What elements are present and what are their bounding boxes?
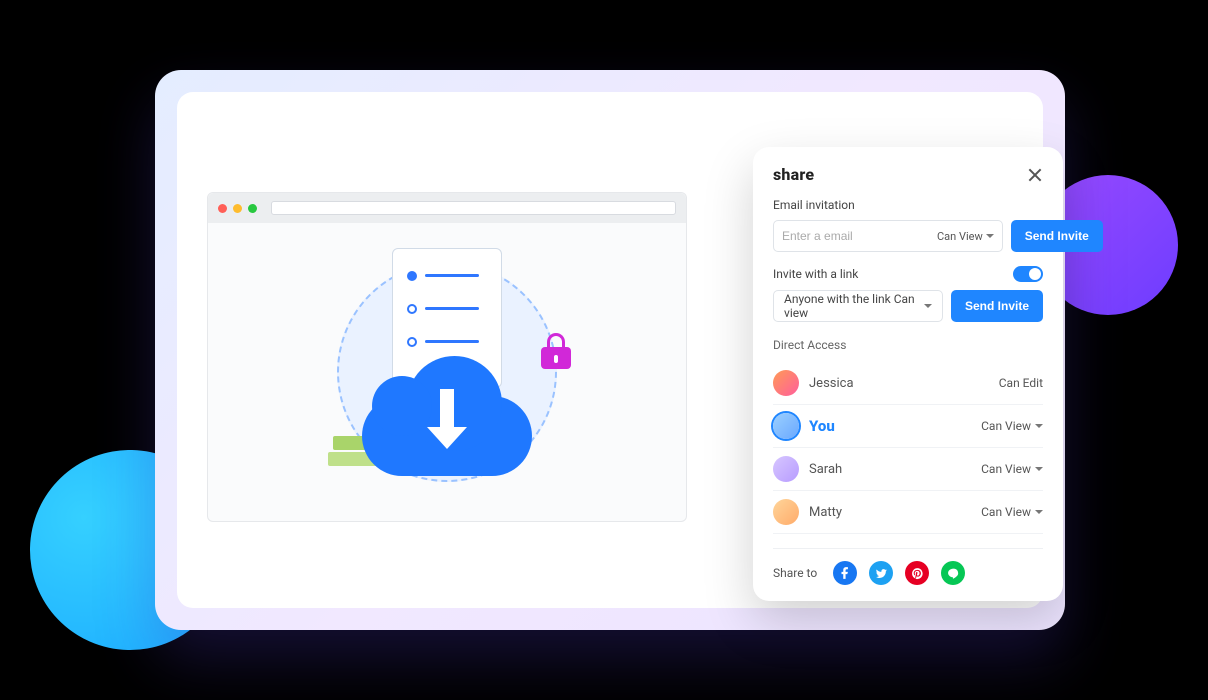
person-permission: Can Edit xyxy=(999,376,1043,390)
person-name: Sarah xyxy=(809,462,842,477)
app-stage: share Email invitation Can View Send Inv… xyxy=(155,70,1065,630)
person-permission-dropdown[interactable]: Can View xyxy=(981,462,1043,476)
invite-link-toggle[interactable] xyxy=(1013,266,1043,282)
person-name: You xyxy=(809,417,835,435)
invite-link-label: Invite with a link xyxy=(773,267,858,281)
link-permission-value: Anyone with the link Can view xyxy=(784,292,924,320)
close-icon[interactable] xyxy=(1027,167,1043,183)
email-input[interactable] xyxy=(782,229,937,243)
avatar xyxy=(773,370,799,396)
chevron-down-icon xyxy=(1035,467,1043,471)
person-permission-dropdown[interactable]: Can View xyxy=(981,505,1043,519)
person-name: Jessica xyxy=(809,376,854,391)
send-invite-link-button[interactable]: Send Invite xyxy=(951,290,1043,322)
cloud-download-icon xyxy=(362,356,532,476)
window-close-dot xyxy=(218,204,227,213)
avatar xyxy=(773,499,799,525)
link-permission-select[interactable]: Anyone with the link Can view xyxy=(773,290,943,322)
chevron-down-icon xyxy=(986,234,994,238)
window-max-dot xyxy=(248,204,257,213)
share-to-label: Share to xyxy=(773,566,817,580)
share-to-row: Share to xyxy=(773,548,1043,585)
direct-access-label: Direct Access xyxy=(773,338,1043,352)
chevron-down-icon xyxy=(924,304,932,308)
stage-inner: share Email invitation Can View Send Inv… xyxy=(177,92,1043,608)
share-panel: share Email invitation Can View Send Inv… xyxy=(753,147,1063,601)
pinterest-icon[interactable] xyxy=(905,561,929,585)
share-title: share xyxy=(773,165,814,184)
browser-mock xyxy=(207,192,687,522)
facebook-icon[interactable] xyxy=(833,561,857,585)
line-icon[interactable] xyxy=(941,561,965,585)
avatar xyxy=(773,456,799,482)
email-permission-dropdown[interactable]: Can View xyxy=(937,230,994,243)
window-min-dot xyxy=(233,204,242,213)
send-invite-email-button[interactable]: Send Invite xyxy=(1011,220,1103,252)
browser-titlebar xyxy=(208,193,686,223)
chevron-down-icon xyxy=(1035,510,1043,514)
twitter-icon[interactable] xyxy=(869,561,893,585)
person-name: Matty xyxy=(809,505,842,520)
person-row: Sarah Can View xyxy=(773,448,1043,491)
person-row: Matty Can View xyxy=(773,491,1043,534)
lock-icon xyxy=(541,335,571,369)
cloud-download-illustration xyxy=(208,223,686,521)
email-invitation-label: Email invitation xyxy=(773,198,1043,212)
email-permission-value: Can View xyxy=(937,230,983,243)
person-permission-dropdown[interactable]: Can View xyxy=(981,419,1043,433)
person-row: Jessica Can Edit xyxy=(773,362,1043,405)
person-row: You Can View xyxy=(773,405,1043,448)
email-input-group: Can View xyxy=(773,220,1003,252)
url-bar xyxy=(271,201,676,215)
chevron-down-icon xyxy=(1035,424,1043,428)
avatar xyxy=(773,413,799,439)
